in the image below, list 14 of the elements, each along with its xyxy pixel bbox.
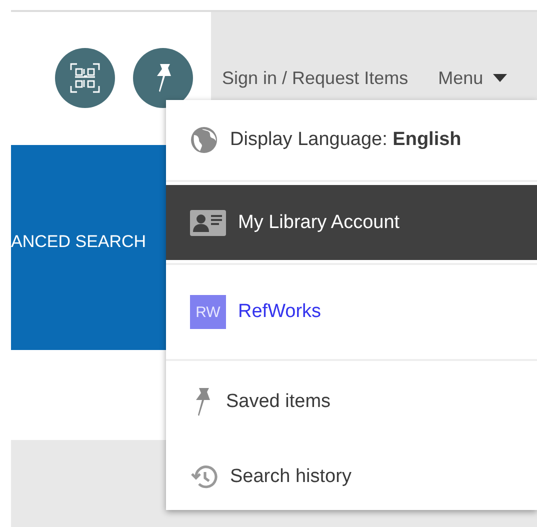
menu-item[interactable]: Search history: [166, 439, 537, 514]
refworks-logo: RW: [190, 295, 226, 329]
menu-button[interactable]: Menu: [438, 68, 508, 88]
menu-item[interactable]: Saved items: [166, 364, 537, 439]
globe-icon: [190, 126, 218, 154]
id-card-icon: [190, 210, 226, 236]
history-icon: [190, 464, 218, 490]
sign-in-link[interactable]: Sign in / Request Items: [222, 68, 408, 88]
advanced-search-link[interactable]: ANCED SEARCH: [11, 232, 146, 252]
caret-icon: [493, 74, 508, 82]
qr-code-icon: [70, 63, 100, 93]
menu-item[interactable]: Display Language: English: [166, 102, 537, 177]
menu-item[interactable]: My Library Account: [166, 185, 537, 260]
menu-item[interactable]: RW RefWorks: [166, 268, 537, 356]
